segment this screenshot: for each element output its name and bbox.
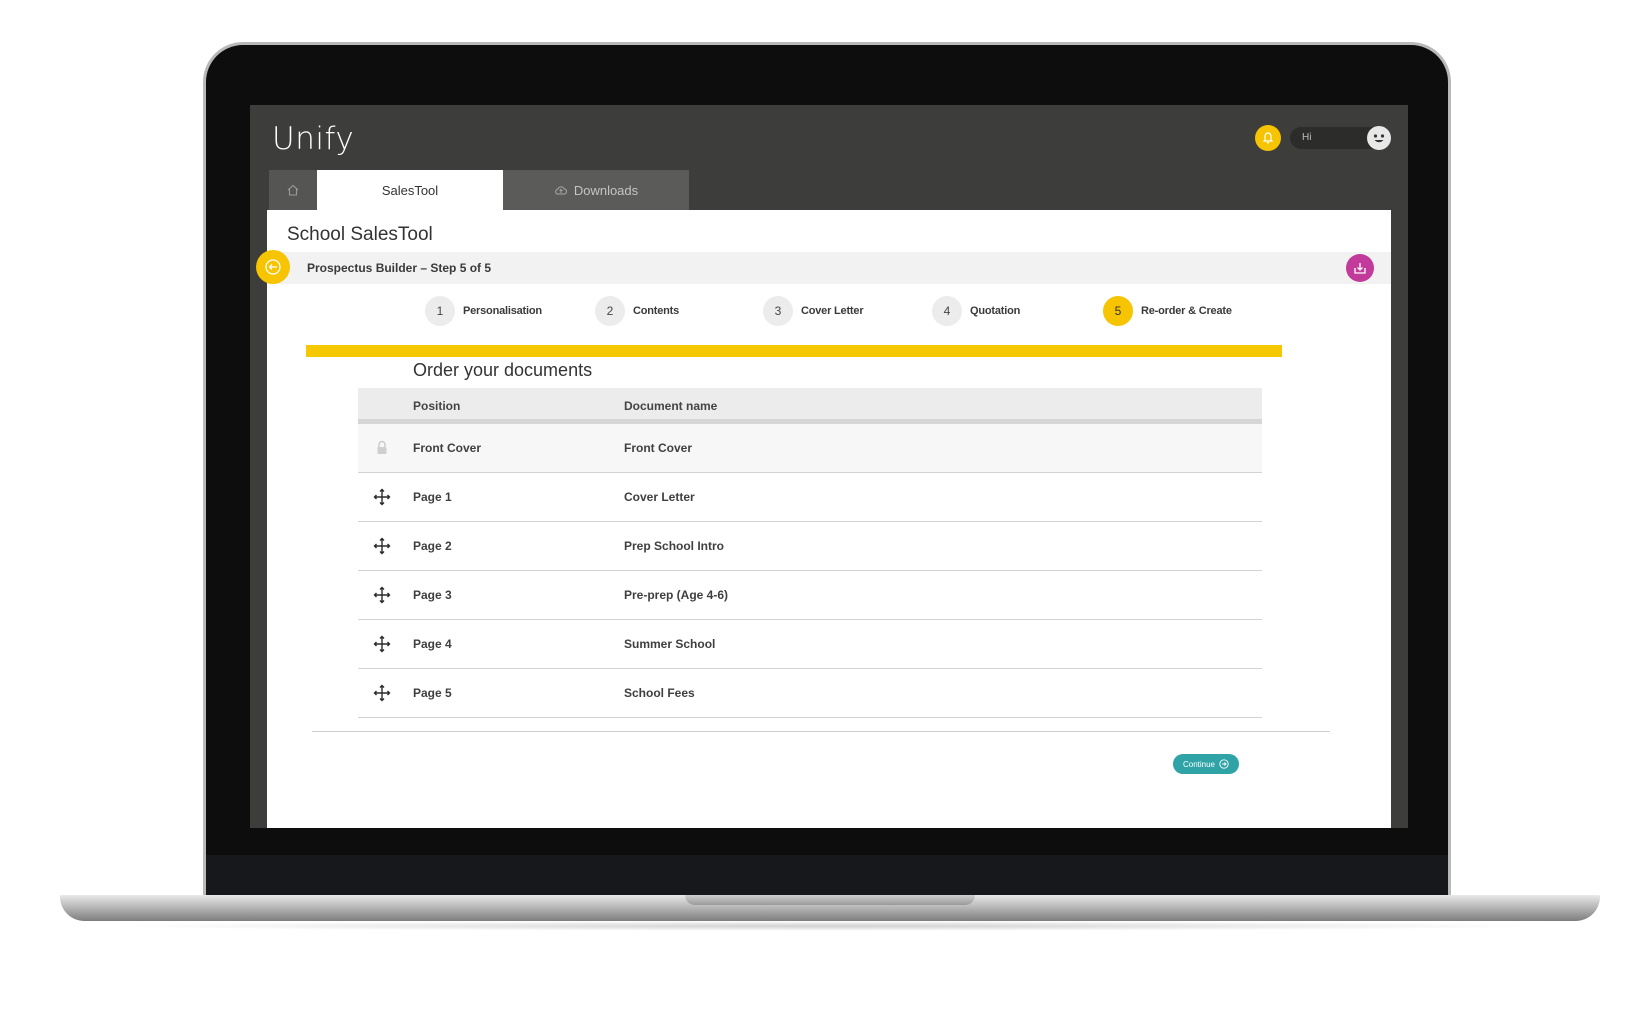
step-number: 3 bbox=[763, 296, 793, 326]
row-position: Page 3 bbox=[413, 588, 452, 602]
drag-move-icon[interactable] bbox=[373, 684, 391, 702]
drag-move-icon[interactable] bbox=[373, 586, 391, 604]
step-number: 1 bbox=[425, 296, 455, 326]
row-document-name: Pre-prep (Age 4-6) bbox=[624, 588, 729, 602]
continue-button[interactable]: Continue bbox=[1173, 754, 1239, 774]
row-position: Page 1 bbox=[413, 490, 452, 504]
section-title: Order your documents bbox=[413, 360, 593, 380]
main-tabs: SalesTool Downloads bbox=[269, 170, 689, 210]
drag-move-icon[interactable] bbox=[373, 635, 391, 653]
column-header-document-name: Document name bbox=[624, 399, 718, 413]
table-row[interactable]: Page 2 Prep School Intro bbox=[358, 522, 1262, 571]
step-name: Quotation bbox=[970, 305, 1021, 317]
row-document-name: Summer School bbox=[624, 637, 716, 651]
app-screen: Unify Hi SalesTool Downloads School Sale… bbox=[250, 105, 1408, 828]
row-document-name: Cover Letter bbox=[624, 490, 695, 504]
step-number: 4 bbox=[932, 296, 962, 326]
row-position: Page 2 bbox=[413, 539, 452, 553]
drag-move-icon[interactable] bbox=[373, 488, 391, 506]
step-quotation[interactable]: 4 Quotation bbox=[932, 296, 1020, 326]
download-tray-icon bbox=[1354, 263, 1366, 274]
table-row: Front Cover Front Cover bbox=[358, 424, 1262, 473]
documents-table: Position Document name Front Cover Front… bbox=[358, 388, 1262, 718]
wizard-progress-bar bbox=[306, 345, 1282, 357]
user-avatar[interactable] bbox=[1367, 126, 1391, 150]
arrow-right-circle-icon bbox=[1219, 759, 1229, 769]
export-button[interactable] bbox=[1346, 254, 1374, 282]
arrow-left-circle-icon bbox=[265, 259, 281, 275]
column-header-position: Position bbox=[413, 399, 461, 413]
row-document-name: Prep School Intro bbox=[624, 539, 725, 553]
page-title: School SalesTool bbox=[287, 224, 433, 245]
row-position: Page 4 bbox=[413, 637, 452, 651]
app-logo: Unify bbox=[272, 121, 355, 157]
drag-move-icon[interactable] bbox=[373, 537, 391, 555]
step-name: Re-order & Create bbox=[1141, 305, 1232, 317]
tab-home[interactable] bbox=[269, 170, 317, 210]
laptop-shadow bbox=[100, 921, 1560, 931]
row-document-name: School Fees bbox=[624, 686, 695, 700]
laptop-base-notch bbox=[685, 895, 975, 905]
table-row[interactable]: Page 4 Summer School bbox=[358, 620, 1262, 669]
row-position: Page 5 bbox=[413, 686, 452, 700]
step-personalisation[interactable]: 1 Personalisation bbox=[425, 296, 542, 326]
cloud-icon bbox=[555, 186, 567, 195]
step-number: 2 bbox=[595, 296, 625, 326]
step-label: Prospectus Builder – Step 5 of 5 bbox=[307, 261, 492, 275]
table-row[interactable]: Page 5 School Fees bbox=[358, 669, 1262, 718]
tab-salestool[interactable]: SalesTool bbox=[317, 170, 503, 210]
main-content: School SalesTool Prospectus Builder – St… bbox=[267, 210, 1391, 828]
table-row[interactable]: Page 1 Cover Letter bbox=[358, 473, 1262, 522]
table-row[interactable]: Page 3 Pre-prep (Age 4-6) bbox=[358, 571, 1262, 620]
row-position: Front Cover bbox=[413, 441, 482, 455]
step-name: Cover Letter bbox=[801, 305, 864, 317]
home-icon bbox=[287, 184, 299, 196]
footer-divider bbox=[312, 731, 1330, 732]
continue-label: Continue bbox=[1182, 759, 1216, 769]
tab-downloads[interactable]: Downloads bbox=[503, 170, 689, 210]
notification-bell-icon[interactable] bbox=[1255, 125, 1281, 151]
step-cover-letter[interactable]: 3 Cover Letter bbox=[763, 296, 864, 326]
step-contents[interactable]: 2 Contents bbox=[595, 296, 679, 326]
wizard-stepper: 1 Personalisation 2 Contents 3 Cover Let… bbox=[267, 296, 1391, 330]
step-bar: Prospectus Builder – Step 5 of 5 bbox=[267, 252, 1391, 284]
step-name: Contents bbox=[633, 305, 680, 317]
tab-downloads-label: Downloads bbox=[573, 182, 639, 198]
row-document-name: Front Cover bbox=[624, 441, 693, 455]
step-number: 5 bbox=[1103, 296, 1133, 326]
step-reorder-create[interactable]: 5 Re-order & Create bbox=[1103, 296, 1232, 326]
table-header: Position Document name bbox=[358, 388, 1262, 424]
step-name: Personalisation bbox=[463, 305, 542, 317]
lock-icon bbox=[377, 440, 387, 454]
laptop-bezel-bottom bbox=[206, 855, 1448, 895]
back-button[interactable] bbox=[256, 250, 290, 284]
